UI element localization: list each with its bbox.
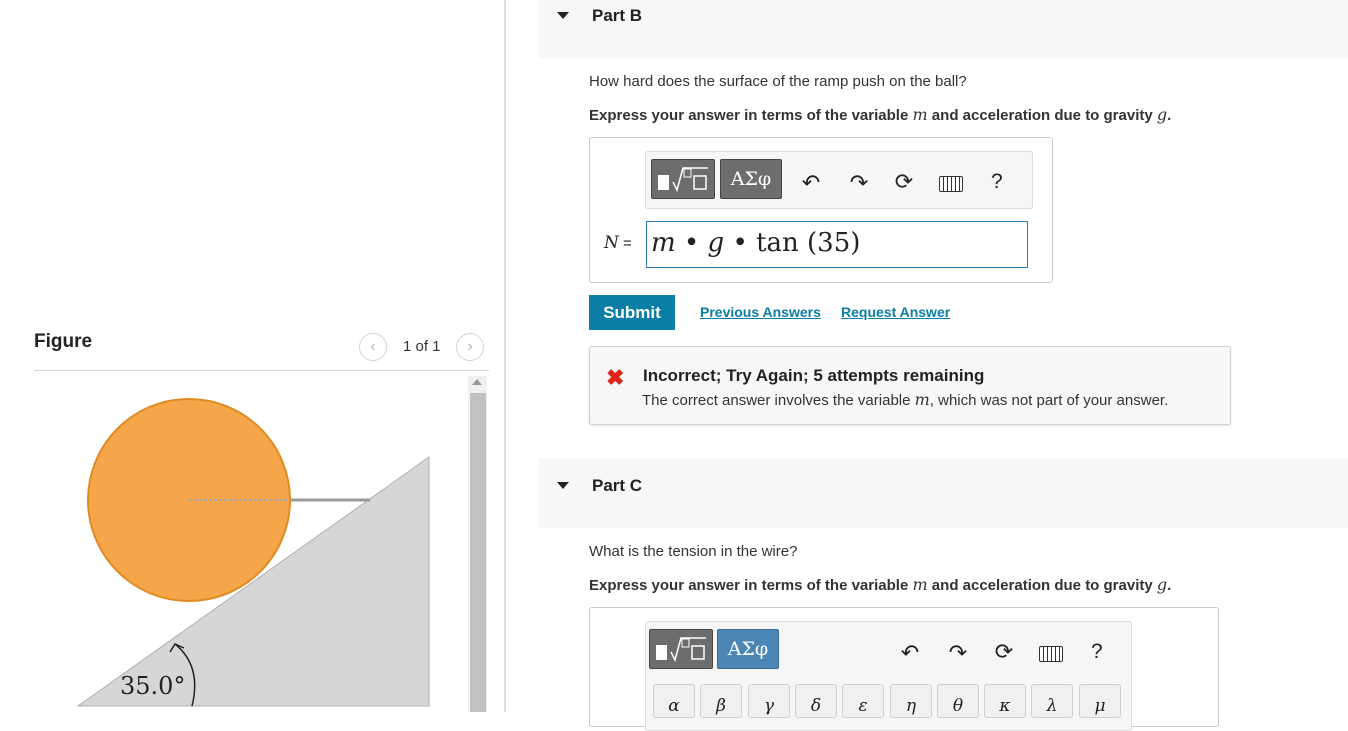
reset-icon[interactable]: ⟳ <box>991 639 1017 665</box>
greek-key[interactable]: θ <box>937 684 979 718</box>
figure-title: Figure <box>34 331 93 352</box>
part-c-header[interactable] <box>539 458 1348 528</box>
keyboard-icon[interactable] <box>939 176 963 192</box>
figure-scrollbar-thumb[interactable] <box>470 393 486 712</box>
figure-panel: Figure ‹ 1 of 1 › 35.0° <box>0 0 506 712</box>
part-b-question: How hard does the surface of the ramp pu… <box>589 73 967 90</box>
part-b-instruction: Express your answer in terms of the vari… <box>589 105 1172 124</box>
chevron-right-icon: › <box>467 338 473 355</box>
figure-pager: 1 of 1 <box>403 338 441 355</box>
greek-key[interactable]: γ <box>748 684 790 718</box>
submit-button[interactable]: Submit <box>589 295 675 330</box>
reset-icon[interactable]: ⟳ <box>891 169 917 195</box>
next-figure-button[interactable]: › <box>456 333 484 361</box>
part-c-question: What is the tension in the wire? <box>589 543 798 560</box>
caret-down-icon[interactable] <box>557 12 569 19</box>
greek-key[interactable]: μ <box>1079 684 1121 718</box>
sqrt-template-icon <box>656 637 706 662</box>
redo-icon[interactable]: ↷ <box>846 170 872 196</box>
part-b-header[interactable] <box>539 0 1348 58</box>
equation-lhs: N = <box>604 233 632 253</box>
feedback-title: Incorrect; Try Again; 5 attempts remaini… <box>643 366 985 385</box>
greek-symbols-button[interactable]: ΑΣφ <box>717 629 779 669</box>
greek-symbols-button[interactable]: ΑΣφ <box>720 159 782 199</box>
caret-down-icon[interactable] <box>557 482 569 489</box>
feedback-detail: The correct answer involves the variable… <box>642 390 1169 409</box>
greek-key[interactable]: α <box>653 684 695 718</box>
greek-key[interactable]: η <box>890 684 932 718</box>
part-b-title[interactable]: Part B <box>592 6 642 26</box>
panel-divider <box>504 0 506 712</box>
chevron-left-icon: ‹ <box>370 338 376 355</box>
help-icon[interactable]: ? <box>1091 640 1103 664</box>
part-b-answer-input[interactable]: m • g • tan (35) <box>646 221 1028 268</box>
greek-key[interactable]: ε <box>842 684 884 718</box>
figure-diagram: 35.0° <box>76 398 430 707</box>
template-button[interactable] <box>651 159 715 199</box>
greek-key[interactable]: λ <box>1031 684 1073 718</box>
angle-label: 35.0° <box>120 672 185 700</box>
incorrect-x-icon: ✖ <box>606 365 625 390</box>
request-answer-link[interactable]: Request Answer <box>841 304 950 320</box>
greek-key[interactable]: κ <box>984 684 1026 718</box>
help-icon[interactable]: ? <box>991 170 1003 194</box>
previous-answers-link[interactable]: Previous Answers <box>700 304 821 320</box>
redo-icon[interactable]: ↷ <box>945 640 971 666</box>
greek-key[interactable]: β <box>700 684 742 718</box>
undo-icon[interactable]: ↶ <box>798 170 824 196</box>
undo-icon[interactable]: ↶ <box>897 640 923 666</box>
previous-figure-button[interactable]: ‹ <box>359 333 387 361</box>
part-c-instruction: Express your answer in terms of the vari… <box>589 575 1172 594</box>
greek-key[interactable]: δ <box>795 684 837 718</box>
scroll-up-arrow-icon[interactable] <box>472 379 482 385</box>
part-c-title[interactable]: Part C <box>592 476 642 496</box>
sqrt-template-icon <box>658 167 708 192</box>
figure-divider <box>34 370 489 371</box>
template-button[interactable] <box>649 629 713 669</box>
keyboard-icon[interactable] <box>1039 646 1063 662</box>
